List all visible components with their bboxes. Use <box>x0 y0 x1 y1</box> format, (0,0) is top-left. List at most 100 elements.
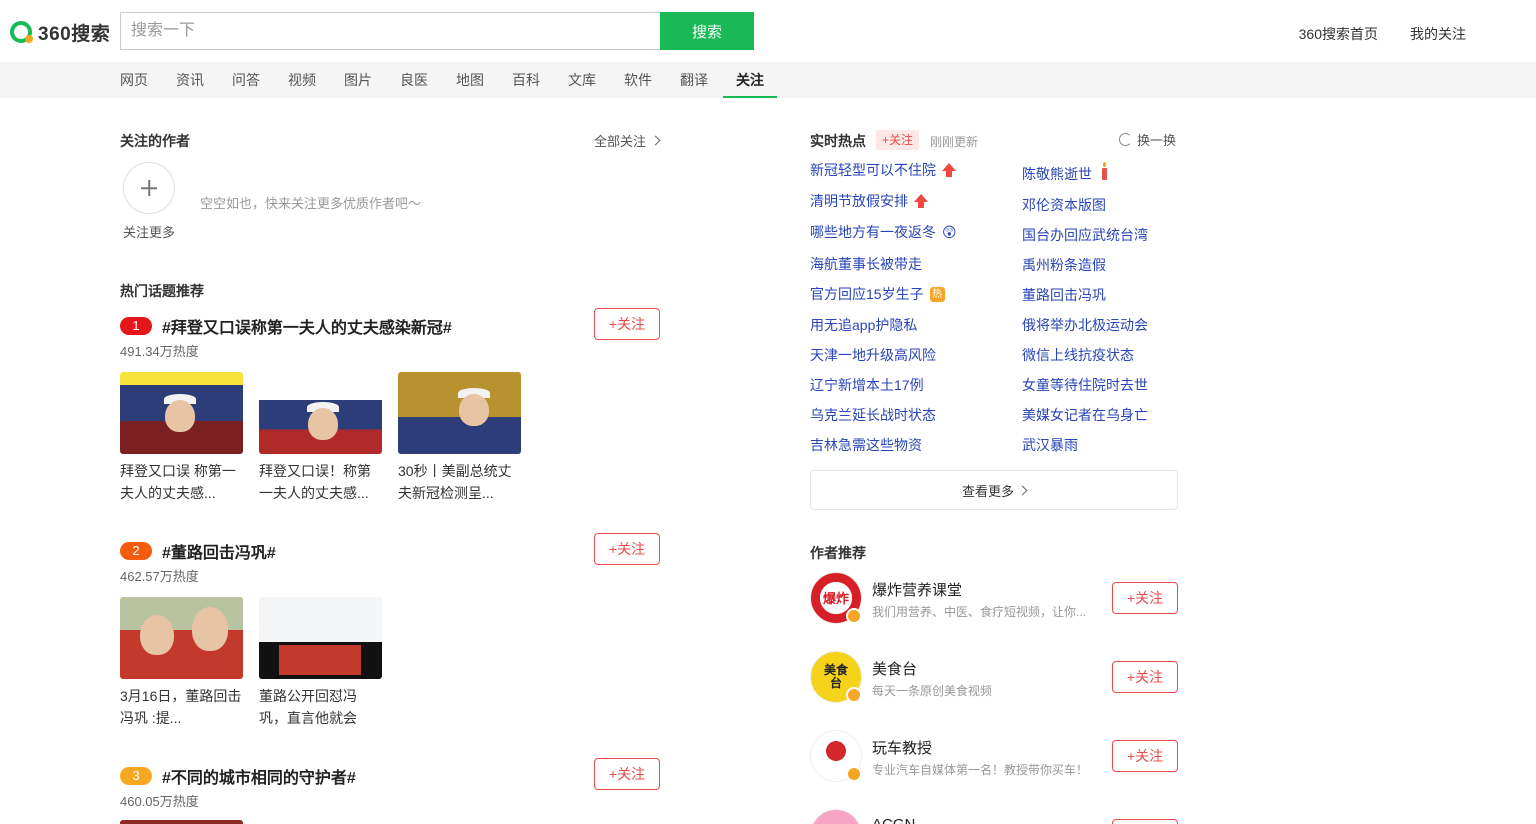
hot-item-label: 新冠轻型可以不住院 <box>810 162 936 178</box>
tab-video[interactable]: 视频 <box>288 62 316 98</box>
hot-item-label: 国台办回应武统台湾 <box>1022 227 1148 243</box>
video-thumbnail[interactable] <box>120 372 243 454</box>
refresh-label: 换一换 <box>1137 133 1177 148</box>
hot-item-label: 女童等待住院时去世 <box>1022 377 1148 393</box>
hot-item[interactable]: 吉林急需这些物资 <box>810 435 922 455</box>
video-thumbnail[interactable] <box>259 372 382 454</box>
search-input[interactable] <box>120 12 660 50</box>
author-name[interactable]: 爆炸营养课堂 <box>872 579 962 600</box>
hot-item[interactable]: 辽宁新增本土17例 <box>810 375 924 395</box>
author-desc: 我们用营养、中医、食疗短视频，让你... <box>872 605 1087 619</box>
my-follows-link[interactable]: 我的关注 <box>1410 24 1466 44</box>
follow-topic-button[interactable]: +关注 <box>594 308 660 340</box>
hot-item[interactable]: 微信上线抗疫状态 <box>1022 345 1134 365</box>
hot-item[interactable]: 国台办回应武统台湾 <box>1022 225 1148 245</box>
rank-badge: 1 <box>120 317 152 335</box>
tab-baike[interactable]: 百科 <box>512 62 540 98</box>
hot-item[interactable]: 董路回击冯巩 <box>1022 285 1106 305</box>
video-caption[interactable]: 拜登又口误 称第一夫人的丈夫感... <box>120 460 243 504</box>
follow-author-button[interactable]: +关注 <box>1112 582 1178 614</box>
home-link[interactable]: 360搜索首页 <box>1299 24 1378 44</box>
topic-name[interactable]: #不同的城市相同的守护者# <box>162 764 356 788</box>
hot-item[interactable]: 乌克兰延长战时状态 <box>810 405 936 425</box>
hot-item[interactable]: 官方回应15岁生子热 <box>810 284 945 304</box>
tab-web[interactable]: 网页 <box>120 62 148 98</box>
video-thumbnail[interactable] <box>259 597 382 679</box>
tab-images[interactable]: 图片 <box>344 62 372 98</box>
tab-software[interactable]: 软件 <box>624 62 652 98</box>
video-card[interactable]: 拜登又口误 称第一夫人的丈夫感... <box>120 372 243 504</box>
hot-item[interactable]: 海航董事长被带走 <box>810 254 922 274</box>
verified-badge-icon <box>846 766 862 782</box>
tab-map[interactable]: 地图 <box>456 62 484 98</box>
tab-doctor[interactable]: 良医 <box>400 62 428 98</box>
video-thumbnail[interactable] <box>120 597 243 679</box>
follow-realtime-button[interactable]: +关注 <box>876 130 920 150</box>
video-thumbnail[interactable] <box>120 820 243 824</box>
hot-item-label: 微信上线抗疫状态 <box>1022 347 1134 363</box>
hot-item-label: 哪些地方有一夜返冬 <box>810 224 936 240</box>
search-button[interactable]: 搜索 <box>660 12 754 50</box>
verified-badge-icon <box>846 608 862 624</box>
hot-item[interactable]: 俄将举办北极运动会 <box>1022 315 1148 335</box>
hot-item[interactable]: 邓伦资本版图 <box>1022 195 1106 215</box>
follow-author-button[interactable]: +关注 <box>1112 819 1178 824</box>
author-name[interactable]: ACGN <box>872 816 915 824</box>
view-more-button[interactable]: 查看更多 <box>810 470 1178 510</box>
author-name[interactable]: 玩车教授 <box>872 737 932 758</box>
tab-news[interactable]: 资讯 <box>176 62 204 98</box>
video-card[interactable]: 董路公开回怼冯巩，直言他就会 <box>259 597 382 729</box>
tab-library[interactable]: 文库 <box>568 62 596 98</box>
chevron-right-icon <box>1017 485 1028 495</box>
topic-name[interactable]: #董路回击冯巩# <box>162 539 276 563</box>
video-card[interactable]: 3月16日，董路回击冯巩 :提... <box>120 597 243 729</box>
hot-item-label: 辽宁新增本土17例 <box>810 377 924 393</box>
hot-item[interactable]: 天津一地升级高风险 <box>810 345 936 365</box>
header: 360搜索 搜索 360搜索首页 我的关注 <box>0 0 1536 62</box>
video-caption[interactable]: 3月16日，董路回击冯巩 :提... <box>120 685 243 729</box>
video-card[interactable]: 30秒丨美副总统丈夫新冠检测呈... <box>398 372 521 504</box>
hot-item-label: 吉林急需这些物资 <box>810 437 922 453</box>
hot-item[interactable]: 禹州粉条造假 <box>1022 255 1106 275</box>
up-arrow-icon <box>914 194 928 208</box>
add-author-button[interactable] <box>123 162 175 214</box>
tab-qa[interactable]: 问答 <box>232 62 260 98</box>
top-links: 360搜索首页 我的关注 <box>1299 24 1466 44</box>
video-card[interactable]: 拜登又口误！称第一夫人的丈夫感... <box>259 372 382 504</box>
logo[interactable]: 360搜索 <box>10 20 110 45</box>
logo-icon <box>10 21 33 43</box>
hot-item[interactable]: 新冠轻型可以不住院 <box>810 160 956 180</box>
hot-item[interactable]: 美媒女记者在乌身亡 <box>1022 405 1148 425</box>
hot-item-label: 天津一地升级高风险 <box>810 347 936 363</box>
video-caption[interactable]: 30秒丨美副总统丈夫新冠检测呈... <box>398 460 521 504</box>
hot-item[interactable]: 武汉暴雨 <box>1022 435 1078 455</box>
hot-item-label: 邓伦资本版图 <box>1022 197 1106 213</box>
hot-item[interactable]: 女童等待住院时去世 <box>1022 375 1148 395</box>
video-thumbnail[interactable] <box>398 372 521 454</box>
follow-author-button[interactable]: +关注 <box>1112 661 1178 693</box>
hot-item-label: 禹州粉条造假 <box>1022 257 1106 273</box>
hot-item-label: 清明节放假安排 <box>810 193 908 209</box>
avatar[interactable] <box>810 809 862 824</box>
refresh-button[interactable]: 换一换 <box>1119 130 1176 149</box>
video-caption[interactable]: 拜登又口误！称第一夫人的丈夫感... <box>259 460 382 504</box>
hot-item[interactable]: 陈敬熊逝世 <box>1022 162 1107 184</box>
hot-item[interactable]: 清明节放假安排 <box>810 191 928 211</box>
tab-translate[interactable]: 翻译 <box>680 62 708 98</box>
topic-name[interactable]: #拜登又口误称第一夫人的丈夫感染新冠# <box>162 314 452 338</box>
update-status: 刚刚更新 <box>930 135 979 149</box>
follow-topic-button[interactable]: +关注 <box>594 533 660 565</box>
topic-heat: 462.57万热度 <box>120 569 199 584</box>
tab-follow[interactable]: 关注 <box>723 62 777 98</box>
hot-item-label: 用无追app护隐私 <box>810 317 918 333</box>
author-item: ACGN +关注 <box>810 809 1178 824</box>
add-author-label[interactable]: 关注更多 <box>123 222 175 241</box>
author-name[interactable]: 美食台 <box>872 658 917 679</box>
follow-topic-button[interactable]: +关注 <box>594 758 660 790</box>
all-follows-link[interactable]: 全部关注 <box>594 131 661 150</box>
video-caption[interactable]: 董路公开回怼冯巩，直言他就会 <box>259 685 382 729</box>
hot-badge-icon: 热 <box>929 286 945 302</box>
follow-author-button[interactable]: +关注 <box>1112 740 1178 772</box>
hot-item[interactable]: 哪些地方有一夜返冬 😲 <box>810 222 957 242</box>
hot-item[interactable]: 用无追app护隐私 <box>810 315 917 335</box>
